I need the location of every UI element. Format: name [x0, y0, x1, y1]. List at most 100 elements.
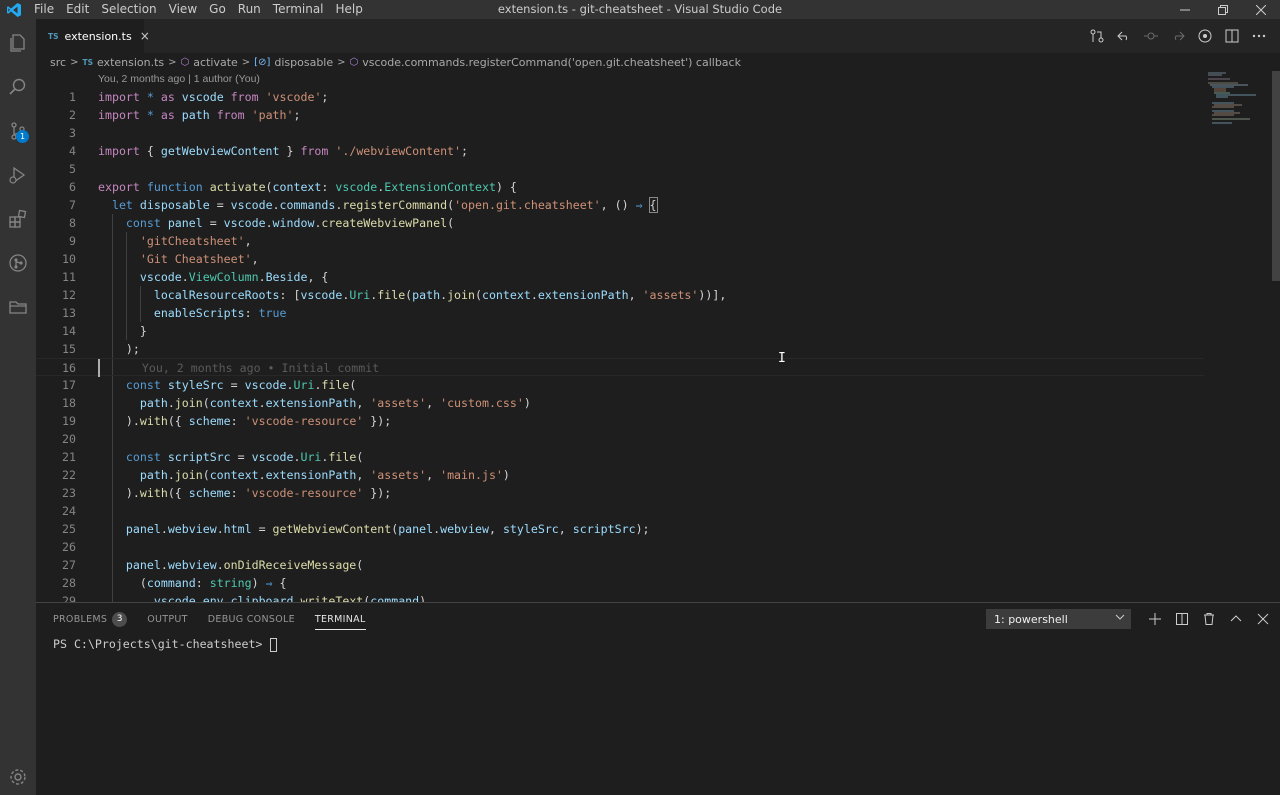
code-line: 7 let disposable = vscode.commands.regis… — [69, 197, 658, 213]
tab-debug-console[interactable]: DEBUG CONSOLE — [208, 603, 295, 635]
panel-tabs: PROBLEMS 3 OUTPUT DEBUG CONSOLE TERMINAL — [53, 603, 386, 635]
code-line: 13 enableScripts: true — [62, 306, 287, 320]
terminal-select-value: 1: powershell — [994, 612, 1068, 626]
tab-problems[interactable]: PROBLEMS 3 — [53, 603, 128, 635]
problems-count-badge: 3 — [112, 611, 128, 627]
maximize-panel-chevron-up-icon[interactable] — [1222, 603, 1249, 635]
open-changes-icon[interactable] — [1083, 19, 1110, 53]
menu-run[interactable]: Run — [232, 0, 267, 19]
code-line: 12 localResourceRoots: [vscode.Uri.file(… — [62, 288, 727, 302]
tab-close-icon[interactable]: × — [140, 29, 150, 43]
terminal-select[interactable]: 1: powershell — [986, 609, 1131, 629]
code-line: 18 path.join(context.extensionPath, 'ass… — [62, 396, 531, 410]
code-line: 8 const panel = vscode.window.createWebv… — [69, 216, 455, 230]
search-icon[interactable] — [0, 67, 36, 107]
code-line: 21 const scriptSrc = vscode.Uri.file( — [62, 450, 364, 464]
breadcrumb-file[interactable]: extension.ts — [97, 56, 164, 69]
menu-terminal[interactable]: Terminal — [267, 0, 330, 19]
code-line: 9 'gitCheatsheet', — [69, 234, 252, 248]
bottom-panel: PROBLEMS 3 OUTPUT DEBUG CONSOLE TERMINAL … — [36, 602, 1280, 795]
code-line: 23 ).with({ scheme: 'vscode-resource' })… — [62, 486, 392, 500]
chevron-right-icon: > — [337, 56, 346, 68]
breadcrumb-folder[interactable]: src — [50, 56, 66, 69]
menu-selection[interactable]: Selection — [95, 0, 162, 19]
editor-scrollbar[interactable] — [1270, 71, 1280, 602]
tab-label: extension.ts — [64, 29, 132, 43]
title-bar: File Edit Selection View Go Run Terminal… — [0, 0, 1280, 19]
git-back-icon[interactable] — [1110, 19, 1137, 53]
next-change-icon[interactable] — [1164, 19, 1191, 53]
run-debug-icon[interactable] — [0, 155, 36, 195]
code-line: 27 panel.webview.onDidReceiveMessage( — [62, 558, 364, 572]
new-terminal-icon[interactable] — [1141, 603, 1168, 635]
chevron-right-icon: > — [241, 56, 251, 68]
minimap[interactable] — [1204, 71, 1270, 602]
code-line-current: 16 You, 2 months ago • Initial commit — [36, 358, 1204, 377]
codelens-authors[interactable]: You, 2 months ago | 1 author (You) — [98, 73, 260, 85]
breadcrumb: src > TS extension.ts > ⬡ activate > [⊘]… — [36, 53, 1204, 71]
code-line: 4 import { getWebviewContent } from './we… — [69, 144, 468, 158]
breadcrumb-variable[interactable]: disposable — [274, 56, 333, 69]
typescript-file-icon: TS — [82, 57, 93, 67]
code-line: 17 const styleSrc = vscode.Uri.file( — [62, 378, 357, 392]
window-controls — [1166, 0, 1280, 19]
editor-actions — [1083, 19, 1272, 53]
code-line: 6 export function activate(context: vscod… — [69, 180, 517, 194]
settings-gear-icon[interactable] — [0, 757, 36, 795]
git-lens-icon[interactable] — [1191, 19, 1218, 53]
scm-badge: 1 — [16, 130, 29, 143]
terminal-cursor — [270, 637, 278, 652]
tab-output[interactable]: OUTPUT — [147, 603, 188, 635]
git-blame-inline: You, 2 months ago • Initial commit — [141, 361, 380, 375]
extensions-icon[interactable] — [0, 199, 36, 239]
breadcrumb-callback[interactable]: vscode.commands.registerCommand('open.gi… — [362, 56, 741, 69]
code-line: 19 ).with({ scheme: 'vscode-resource' })… — [62, 414, 392, 428]
menu-edit[interactable]: Edit — [60, 0, 95, 19]
more-actions-icon[interactable] — [1245, 19, 1272, 53]
code-line: 24 — [62, 504, 76, 518]
vscode-logo-icon — [0, 0, 28, 19]
restore-button[interactable] — [1204, 0, 1242, 19]
variable-icon: [⊘] — [254, 56, 271, 68]
function-cube-icon: ⬡ — [180, 56, 190, 68]
code-line: 3 — [69, 126, 76, 140]
git-graph-icon[interactable] — [0, 243, 36, 283]
split-terminal-icon[interactable] — [1168, 603, 1195, 635]
code-line: 25 panel.webview.html = getWebviewConten… — [62, 522, 650, 536]
minimize-button[interactable] — [1166, 0, 1204, 19]
tab-bar: TS extension.ts × — [36, 19, 1280, 53]
menu-bar: File Edit Selection View Go Run Terminal… — [28, 0, 369, 19]
scrollbar-thumb[interactable] — [1272, 71, 1280, 281]
chevron-down-icon — [1115, 612, 1125, 625]
previous-change-icon[interactable] — [1137, 19, 1164, 53]
code-line: 28 (command: string) ⇒ { — [62, 576, 287, 590]
code-line: 15 ); — [62, 342, 140, 356]
code-editor[interactable]: You, 2 months ago | 1 author (You) 1 impo… — [36, 71, 1204, 602]
breadcrumb-function[interactable]: activate — [193, 56, 238, 69]
code-line: 2 import * as path from 'path'; — [69, 108, 301, 122]
close-window-button[interactable] — [1242, 0, 1280, 19]
code-line: 10 'Git Cheatsheet', — [62, 252, 259, 266]
kill-terminal-trash-icon[interactable] — [1195, 603, 1222, 635]
source-control-icon[interactable]: 1 — [0, 111, 36, 151]
chevron-right-icon: > — [70, 56, 79, 68]
menu-file[interactable]: File — [28, 0, 60, 19]
function-cube-icon: ⬡ — [349, 56, 359, 68]
tab-extension-ts[interactable]: TS extension.ts × — [36, 19, 150, 53]
panel-actions — [1141, 603, 1276, 635]
code-line: 1 import * as vscode from 'vscode'; — [69, 90, 329, 104]
terminal-output[interactable]: PS C:\Projects\git-cheatsheet> — [53, 637, 278, 652]
split-editor-icon[interactable] — [1218, 19, 1245, 53]
menu-go[interactable]: Go — [203, 0, 232, 19]
terminal-prompt: PS C:\Projects\git-cheatsheet> — [53, 637, 270, 651]
code-line: 20 — [62, 432, 76, 446]
menu-help[interactable]: Help — [330, 0, 369, 19]
code-line: 11 vscode.ViewColumn.Beside, { — [62, 270, 329, 284]
folder-icon[interactable] — [0, 287, 36, 327]
tab-terminal[interactable]: TERMINAL — [314, 603, 366, 635]
code-line: 14 } — [62, 324, 147, 338]
files-icon[interactable] — [0, 23, 36, 63]
close-panel-icon[interactable] — [1249, 603, 1276, 635]
menu-view[interactable]: View — [163, 0, 203, 19]
code-line: 29 vscode.env.clipboard.writeText(comman… — [62, 594, 427, 602]
